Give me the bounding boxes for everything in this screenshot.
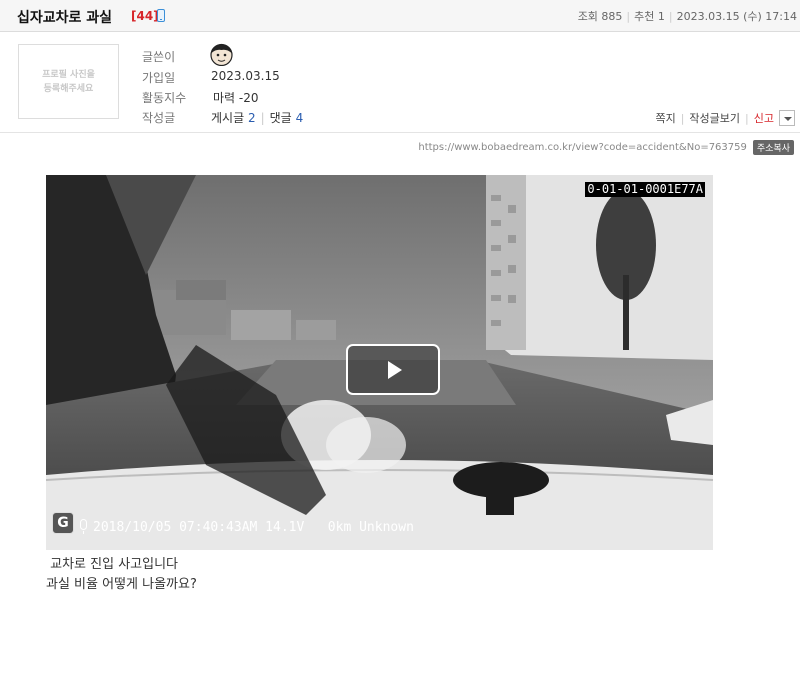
post-date: 2023.03.15 (수) 17:14 (676, 10, 797, 23)
joined-date: 2023.03.15 (211, 69, 280, 83)
joined-label: 가입일 (142, 71, 176, 85)
profile-placeholder-line: 프로필 사진을 (42, 69, 95, 80)
copy-url-button[interactable]: 주소복사 (752, 140, 794, 155)
post-url-row: https://www.bobaedream.co.kr/view?code=a… (418, 140, 794, 155)
mobile-icon (157, 9, 165, 22)
posts-text[interactable]: 게시글 (211, 111, 244, 125)
posts-count[interactable]: 2 (248, 111, 256, 125)
meta-divider: | (668, 10, 673, 23)
post-stats: 게시글 2 | 댓글 4 (211, 109, 303, 126)
activity-score: 마력 -20 (213, 91, 259, 105)
stats-divider: | (260, 111, 265, 125)
view-posts-link[interactable]: 작성글보기 (689, 110, 740, 126)
g-logo-icon: G (52, 512, 74, 534)
posts-label: 작성글 (142, 111, 176, 125)
actions-divider: | (745, 111, 749, 125)
view-count: 조회 885 (577, 10, 623, 23)
comments-text[interactable]: 댓글 (270, 111, 292, 125)
play-icon[interactable] (346, 344, 440, 395)
post-meta: 조회 885 | 추천 1 | 2023.03.15 (수) 17:14 (578, 8, 797, 24)
recommend-count: 추천 1 (634, 10, 665, 23)
mic-icon (80, 519, 87, 534)
dashcam-video-player[interactable]: 0-01-01-0001E77A G 2018/10/05 07:40:43AM… (46, 175, 713, 550)
post-body-line: 과실 비율 어떻게 나올까요? (46, 577, 197, 592)
report-link[interactable]: 신고 (754, 110, 774, 126)
comments-count[interactable]: 4 (296, 111, 304, 125)
author-label: 글쓴이 (142, 50, 176, 64)
actions-divider: | (680, 111, 685, 125)
message-link[interactable]: 쪽지 (655, 110, 675, 126)
post-title: 십자교차로 과실 (17, 10, 113, 26)
comment-count-badge[interactable]: [44] (131, 9, 159, 23)
dashcam-timestamp: 2018/10/05 07:40:43AM 14.1V 0km Unknown (93, 520, 414, 535)
post-body-line: 교차로 진입 사고입니다 (46, 557, 178, 572)
post-url[interactable]: https://www.bobaedream.co.kr/view?code=a… (418, 142, 747, 153)
activity-label: 활동지수 (142, 91, 187, 105)
profile-placeholder-line: 등록해주세요 (43, 83, 94, 94)
header-divider (0, 132, 800, 133)
avatar-icon[interactable] (209, 43, 234, 66)
post-title-bar: 십자교차로 과실 [44] 조회 885 | 추천 1 | 2023.03.15 (수)… (0, 0, 800, 32)
camera-id-overlay: 0-01-01-0001E77A (585, 182, 705, 197)
profile-photo-placeholder: 프로필 사진을 등록해주세요 (18, 44, 119, 119)
author-actions: 쪽지 | 작성글보기 | 신고 (655, 110, 795, 126)
meta-divider: | (626, 10, 631, 23)
dropdown-icon[interactable] (779, 110, 795, 126)
